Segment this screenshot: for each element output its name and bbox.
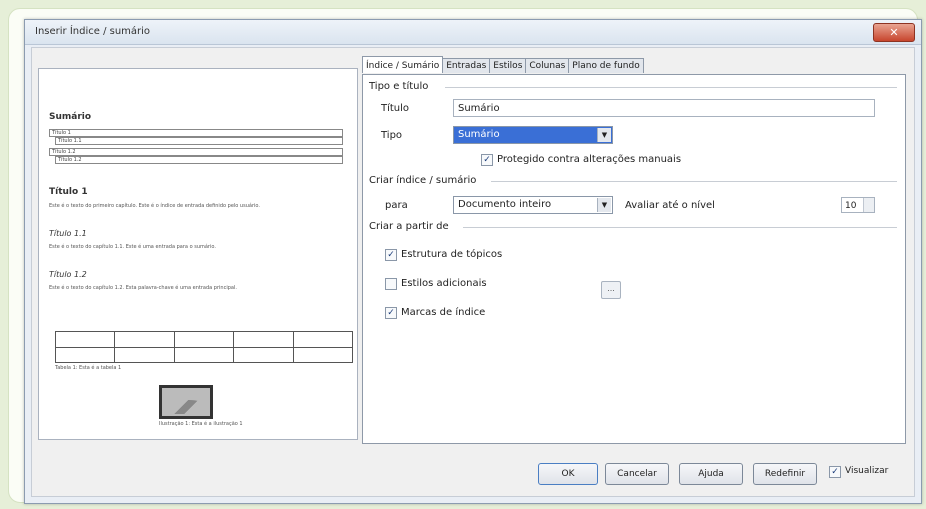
preview-checkbox[interactable]: ✓ [829, 466, 841, 478]
tab-panel: Tipo e título Título Sumário Tipo Sumári… [362, 74, 906, 444]
section-create-from: Criar a partir de [369, 221, 449, 232]
outline-checkbox[interactable]: ✓ [385, 249, 397, 261]
scope-select-value: Documento inteiro [458, 199, 552, 210]
level-spinner[interactable]: 10 [841, 197, 875, 213]
outline-label: Estrutura de tópicos [401, 249, 503, 260]
for-label: para [385, 200, 408, 211]
window-title: Inserir Índice / sumário [35, 26, 151, 37]
spin-arrows[interactable] [863, 198, 874, 212]
preview-paragraph-1-2: Este é o texto do capítulo 1.2. Esta pal… [49, 285, 237, 291]
section-divider [491, 181, 897, 182]
preview-image-caption: Ilustração 1: Esta é a ilustração 1 [159, 421, 243, 427]
additional-styles-checkbox[interactable] [385, 278, 397, 290]
index-marks-label: Marcas de índice [401, 307, 486, 318]
dialog-body: Sumário Título 1 Título 1.1 Título 1.2 T… [31, 47, 915, 497]
preview-toc-line: Título 1.2 [49, 148, 343, 156]
preview-label: Visualizar [845, 466, 889, 476]
tab-background[interactable]: Plano de fundo [568, 58, 644, 73]
title-field[interactable]: Sumário [453, 99, 875, 117]
tab-entries[interactable]: Entradas [442, 58, 491, 73]
section-create-index: Criar índice / sumário [369, 175, 477, 186]
close-icon: ✕ [889, 26, 899, 39]
preview-toc-line: Título 1.2 [55, 156, 343, 164]
cancel-button[interactable]: Cancelar [605, 463, 669, 485]
section-divider [463, 227, 897, 228]
title-bar: Inserir Índice / sumário ✕ [25, 20, 921, 45]
chevron-down-icon[interactable]: ▼ [597, 128, 611, 142]
preview-toc-heading: Sumário [49, 112, 92, 122]
scope-select[interactable]: Documento inteiro ▼ [453, 196, 613, 214]
tab-styles[interactable]: Estilos [489, 58, 527, 73]
protected-label: Protegido contra alterações manuais [497, 154, 682, 165]
preview-paragraph-1: Este é o texto do primeiro capítulo. Est… [49, 203, 260, 209]
chevron-down-icon[interactable]: ▼ [597, 198, 611, 212]
help-button[interactable]: Ajuda [679, 463, 743, 485]
protected-checkbox[interactable]: ✓ [481, 154, 493, 166]
ok-button[interactable]: OK [538, 463, 598, 485]
assign-styles-button[interactable]: ... [601, 281, 621, 299]
section-divider [445, 87, 897, 88]
type-select-value: Sumário [458, 129, 500, 140]
level-value: 10 [845, 201, 857, 211]
reset-button[interactable]: Redefinir [753, 463, 817, 485]
section-type-title: Tipo e título [369, 81, 429, 92]
index-marks-checkbox[interactable]: ✓ [385, 307, 397, 319]
tab-strip: Índice / Sumário Entradas Estilos Coluna… [362, 56, 644, 74]
type-select[interactable]: Sumário ▼ [453, 126, 613, 144]
tab-columns[interactable]: Colunas [525, 58, 570, 73]
preview-toc-line: Título 1 [49, 129, 343, 137]
type-label: Tipo [381, 130, 403, 141]
preview-heading-1-1: Título 1.1 [49, 229, 87, 238]
dialog-window: Inserir Índice / sumário ✕ Sumário Títul… [24, 19, 922, 504]
title-label: Título [381, 103, 410, 114]
additional-styles-label: Estilos adicionais [401, 278, 487, 289]
preview-toc-line: Título 1.1 [55, 137, 343, 145]
level-label: Avaliar até o nível [625, 200, 715, 211]
preview-page: Sumário Título 1 Título 1.1 Título 1.2 T… [38, 68, 358, 440]
preview-table-caption: Tabela 1: Esta é a tabela 1 [55, 365, 122, 371]
preview-heading-1: Título 1 [49, 187, 88, 197]
preview-image [159, 385, 213, 419]
preview-table [55, 331, 353, 363]
preview-paragraph-1-1: Este é o texto do capítulo 1.1. Este é u… [49, 244, 216, 250]
close-button[interactable]: ✕ [873, 23, 915, 42]
preview-heading-1-2: Título 1.2 [49, 270, 87, 279]
tab-index[interactable]: Índice / Sumário [362, 56, 444, 73]
